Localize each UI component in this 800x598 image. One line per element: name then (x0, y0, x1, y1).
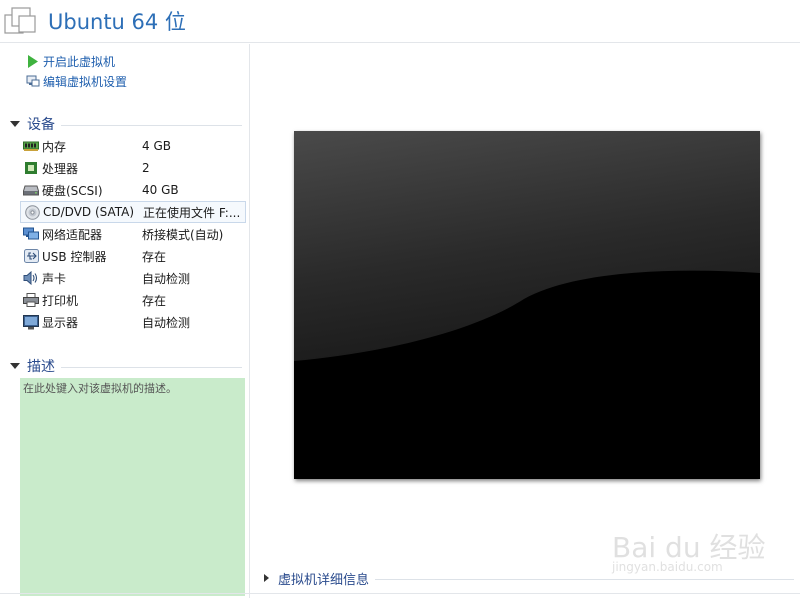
vm-details-title: 虚拟机详细信息 (278, 572, 370, 588)
device-name: 内存 (42, 139, 67, 154)
vm-screen-preview (294, 131, 760, 479)
device-name: 网络适配器 (42, 227, 103, 242)
device-value: 自动检测 (142, 271, 191, 286)
section-divider (61, 366, 242, 368)
device-value: 自动检测 (142, 315, 191, 330)
devices-list: 内存 4 GB 处理器 2 硬盘(SCSI) 40 GB CD/DVD (SAT… (20, 135, 246, 333)
device-name: 处理器 (42, 161, 79, 176)
power-on-vm-link[interactable]: 开启此虚拟机 (26, 52, 115, 70)
power-on-label: 开启此虚拟机 (43, 54, 116, 69)
title-bar: Ubuntu 64 位 (0, 0, 800, 43)
description-section-title: 描述 (27, 359, 55, 375)
cd-dvd-icon (24, 204, 40, 220)
devices-section-title: 设备 (27, 117, 55, 133)
description-section-header[interactable]: 描述 (10, 356, 242, 376)
device-value: 2 (142, 161, 150, 175)
devices-section-header[interactable]: 设备 (10, 114, 242, 134)
device-value: 存在 (142, 249, 167, 264)
collapse-triangle-icon[interactable] (10, 363, 20, 369)
display-icon (23, 314, 39, 330)
device-value: 4 GB (142, 139, 171, 153)
device-row-network-adapter[interactable]: 网络适配器 桥接模式(自动) (20, 223, 246, 245)
device-name: USB 控制器 (42, 249, 107, 264)
device-name: CD/DVD (SATA) (43, 205, 135, 219)
device-name: 打印机 (42, 293, 79, 308)
description-textbox[interactable]: 在此处键入对该虚拟机的描述。 (20, 378, 245, 596)
device-row-printer[interactable]: 打印机 存在 (20, 289, 246, 311)
edit-settings-label: 编辑虚拟机设置 (43, 74, 128, 89)
device-row-sound-card[interactable]: 声卡 自动检测 (20, 267, 246, 289)
network-adapter-icon (23, 226, 39, 242)
vm-title: Ubuntu 64 位 (48, 10, 186, 34)
device-name: 硬盘(SCSI) (42, 183, 103, 198)
device-row-hard-disk[interactable]: 硬盘(SCSI) 40 GB (20, 179, 246, 201)
watermark-url: jingyan.baidu.com (612, 560, 723, 574)
cpu-icon (23, 160, 39, 176)
left-pane: 开启此虚拟机 编辑虚拟机设置 设备 内存 4 GB 处理器 2 硬盘(SCSI)… (0, 44, 250, 598)
device-row-processor[interactable]: 处理器 2 (20, 157, 246, 179)
settings-icon (26, 74, 40, 88)
sound-card-icon (23, 270, 39, 286)
device-value: 存在 (142, 293, 167, 308)
description-placeholder: 在此处键入对该虚拟机的描述。 (23, 382, 177, 395)
edit-vm-settings-link[interactable]: 编辑虚拟机设置 (26, 72, 127, 90)
device-row-usb-controller[interactable]: USB 控制器 存在 (20, 245, 246, 267)
hard-disk-icon (23, 182, 39, 198)
device-name: 声卡 (42, 271, 67, 286)
printer-icon (23, 292, 39, 308)
device-row-memory[interactable]: 内存 4 GB (20, 135, 246, 157)
usb-icon (23, 248, 39, 264)
play-icon (26, 54, 40, 68)
bottom-divider (0, 593, 800, 594)
device-value: 40 GB (142, 183, 179, 197)
device-row-display[interactable]: 显示器 自动检测 (20, 311, 246, 333)
device-name: 显示器 (42, 315, 79, 330)
collapse-triangle-icon[interactable] (10, 121, 20, 127)
section-divider (61, 124, 242, 126)
memory-icon (23, 138, 39, 154)
baidu-watermark-logo: Bai du 经验 jingyan.baidu.com (612, 512, 782, 582)
vm-screen-thumbnail[interactable] (294, 131, 760, 479)
virtual-machine-icon (4, 7, 36, 34)
device-row-cd-dvd[interactable]: CD/DVD (SATA) 正在使用文件 F:... (20, 201, 246, 223)
device-value: 桥接模式(自动) (142, 227, 224, 242)
expand-triangle-icon[interactable] (264, 574, 269, 582)
device-value: 正在使用文件 F:... (143, 205, 241, 220)
